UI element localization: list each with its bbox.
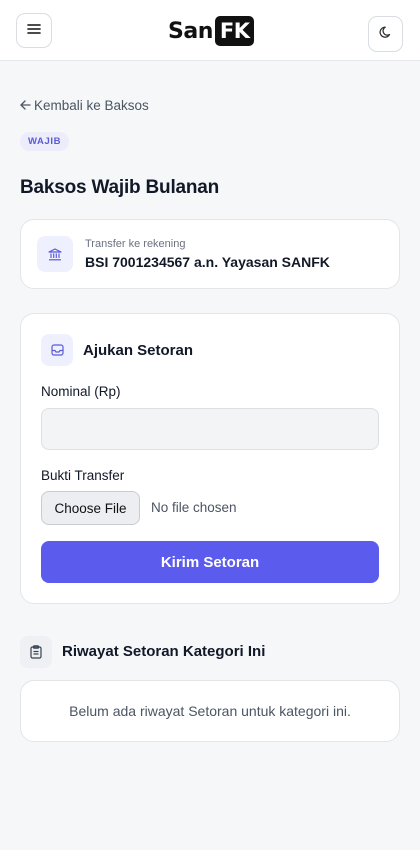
hamburger-icon	[27, 22, 41, 40]
moon-icon	[379, 25, 393, 44]
form-title: Ajukan Setoran	[83, 342, 194, 359]
choose-file-button[interactable]: Choose File	[41, 491, 140, 525]
submit-button[interactable]: Kirim Setoran	[41, 541, 379, 583]
history-empty-text: Belum ada riwayat Setoran untuk kategori…	[69, 703, 351, 719]
bukti-label: Bukti Transfer	[41, 468, 125, 483]
category-badge: WAJIB	[20, 132, 70, 151]
clipboard-icon	[20, 636, 52, 668]
bank-caption: Transfer ke rekening	[85, 238, 186, 250]
page-title: Baksos Wajib Bulanan	[20, 177, 220, 198]
file-status: No file chosen	[151, 500, 237, 515]
arrow-left-icon	[20, 97, 31, 113]
back-link-label: Kembali ke Baksos	[34, 97, 149, 113]
bank-icon	[37, 236, 73, 272]
bank-account: BSI 7001234567 a.n. Yayasan SANFK	[85, 254, 330, 270]
deposit-form-card: Ajukan Setoran Nominal (Rp) Bukti Transf…	[20, 313, 400, 604]
inbox-icon	[41, 334, 73, 366]
back-link[interactable]: Kembali ke Baksos	[20, 97, 149, 113]
history-title: Riwayat Setoran Kategori Ini	[62, 643, 266, 660]
logo[interactable]: San FK	[168, 16, 255, 46]
bank-info-card: Transfer ke rekening BSI 7001234567 a.n.…	[20, 219, 400, 289]
theme-toggle-button[interactable]	[368, 16, 403, 52]
logo-text: San	[168, 18, 213, 44]
menu-button[interactable]	[16, 13, 52, 48]
top-bar: San FK	[0, 0, 420, 61]
history-empty-card: Belum ada riwayat Setoran untuk kategori…	[20, 680, 400, 742]
nominal-input[interactable]	[41, 408, 379, 450]
nominal-label: Nominal (Rp)	[41, 384, 121, 399]
logo-box: FK	[214, 16, 255, 46]
